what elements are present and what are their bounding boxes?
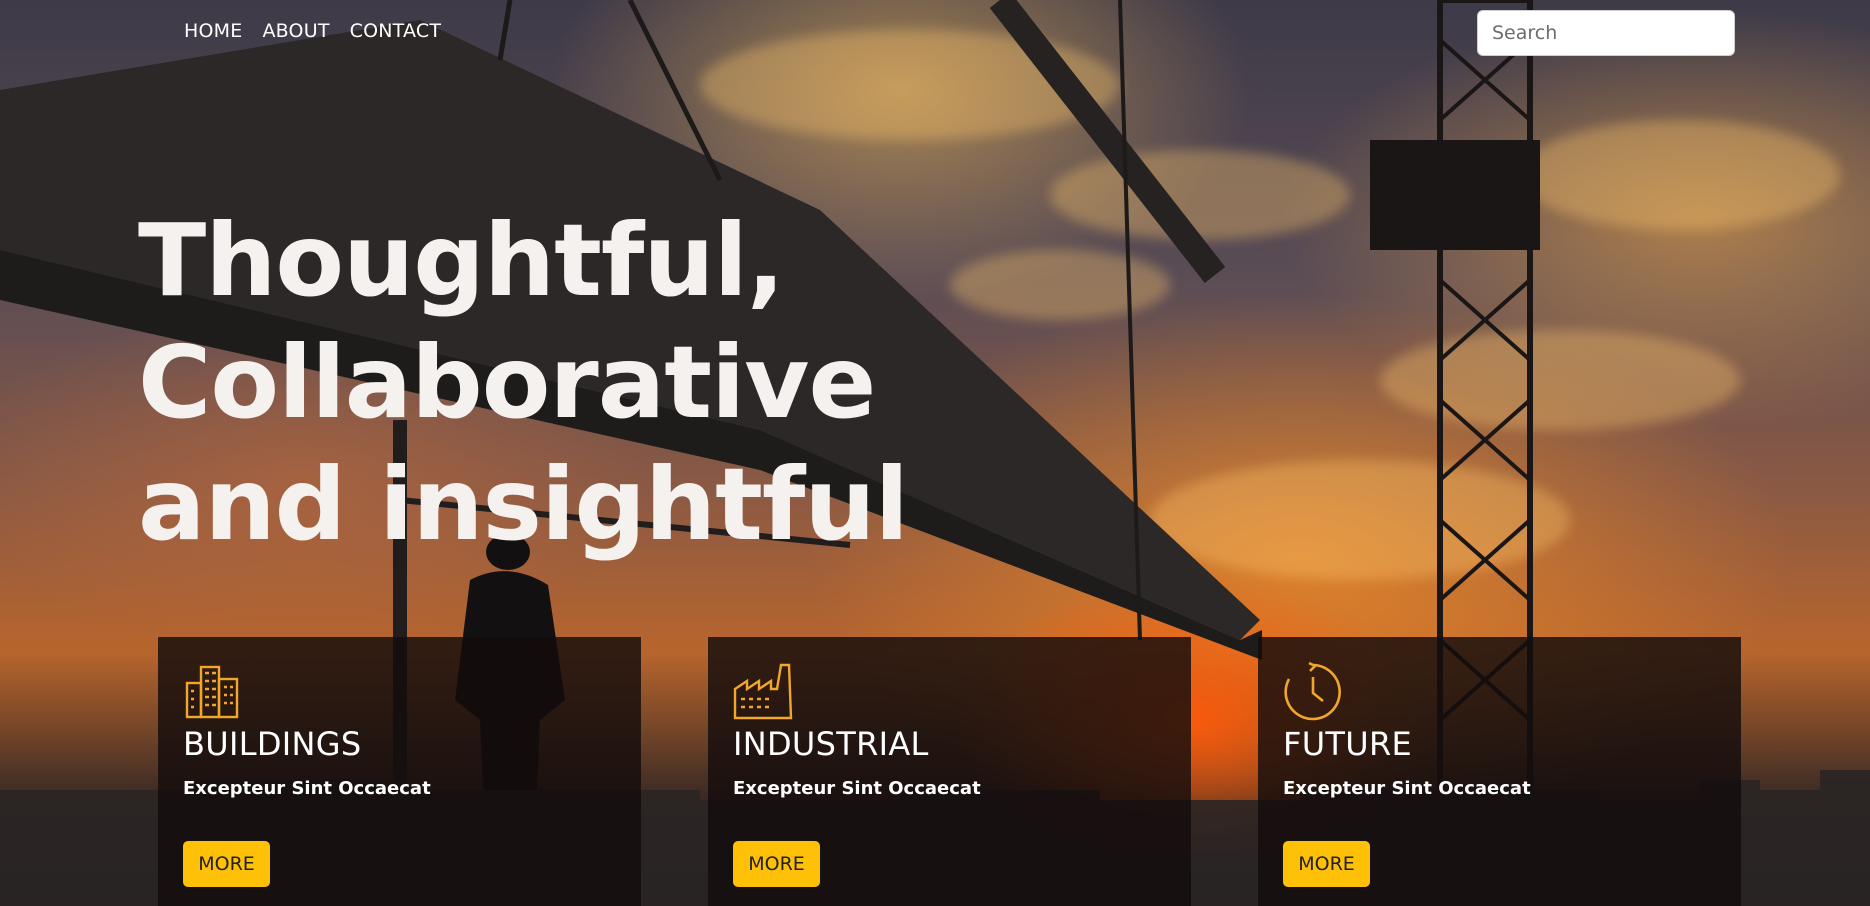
clock-icon	[1284, 661, 1341, 721]
service-card-buildings: BUILDINGS Excepteur Sint Occaecat MORE	[158, 637, 641, 906]
service-card-future: FUTURE Excepteur Sint Occaecat MORE	[1258, 637, 1741, 906]
card-title: INDUSTRIAL	[733, 725, 929, 763]
nav-about-link[interactable]: ABOUT	[262, 20, 329, 42]
more-button[interactable]: MORE	[1283, 841, 1370, 887]
service-card-industrial: INDUSTRIAL Excepteur Sint Occaecat MORE	[708, 637, 1191, 906]
more-button[interactable]: MORE	[733, 841, 820, 887]
card-subtitle: Excepteur Sint Occaecat	[1283, 778, 1531, 799]
buildings-icon	[185, 665, 239, 719]
main-nav: HOME ABOUT CONTACT	[184, 20, 441, 42]
search-input[interactable]	[1477, 10, 1735, 56]
hero-headline: Thoughtful, Collaborative and insightful	[138, 202, 909, 563]
card-subtitle: Excepteur Sint Occaecat	[733, 778, 981, 799]
card-title: BUILDINGS	[183, 725, 362, 763]
card-subtitle: Excepteur Sint Occaecat	[183, 778, 431, 799]
card-title: FUTURE	[1283, 725, 1413, 763]
factory-icon	[733, 663, 793, 720]
more-button[interactable]: MORE	[183, 841, 270, 887]
nav-home-link[interactable]: HOME	[184, 20, 242, 42]
nav-contact-link[interactable]: CONTACT	[350, 20, 442, 42]
